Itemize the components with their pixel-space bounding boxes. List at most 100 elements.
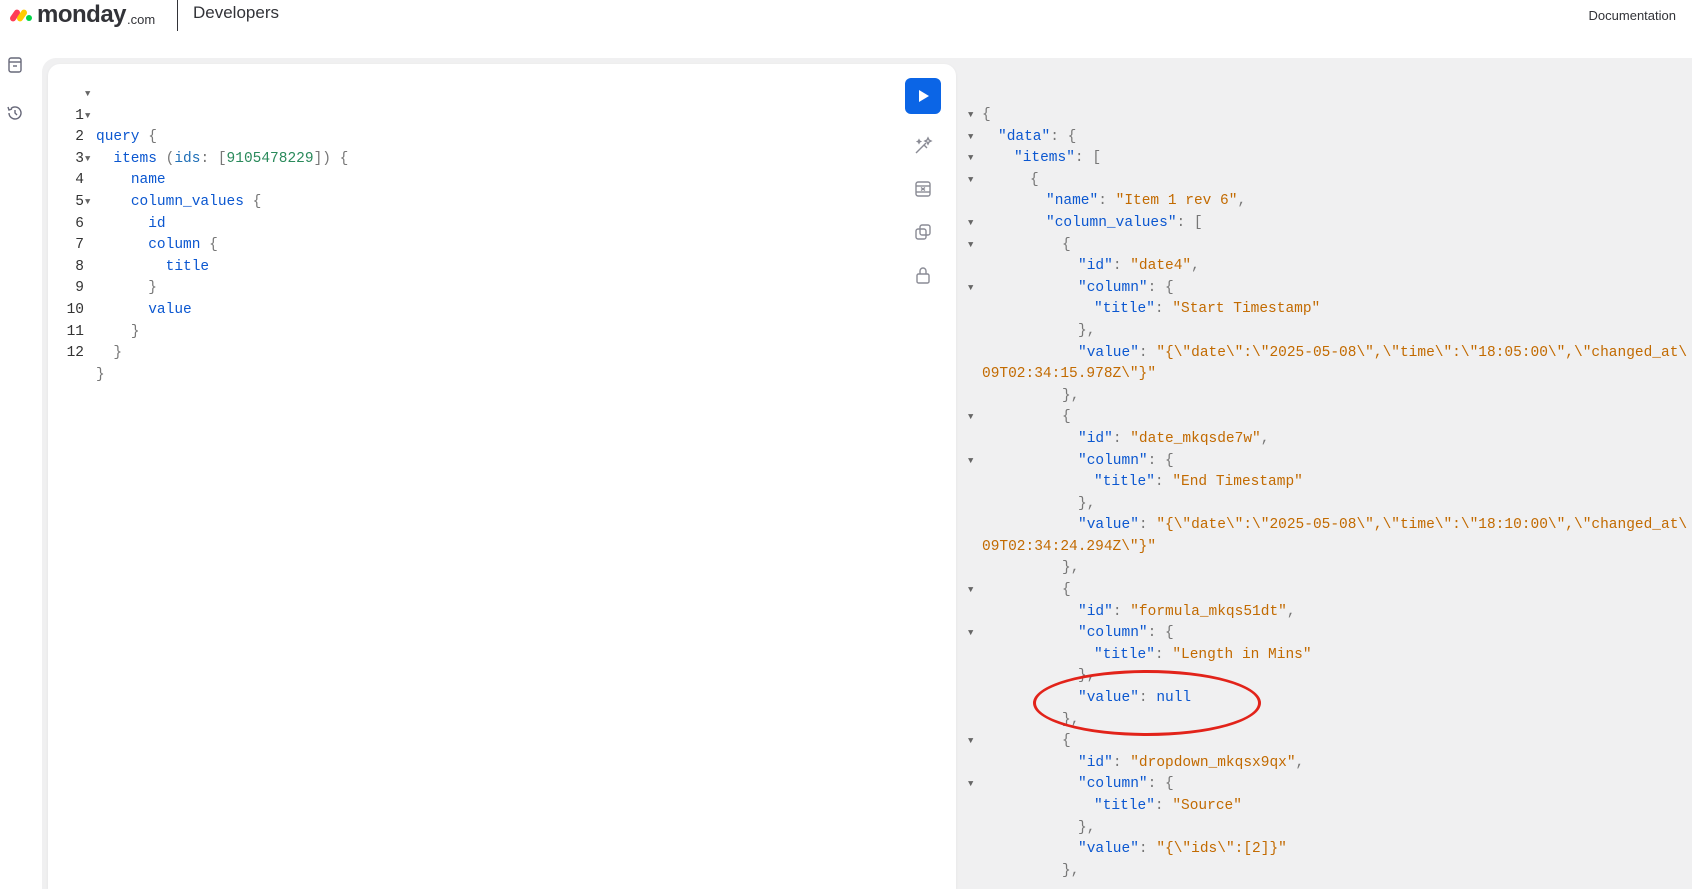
fold-arrow-icon[interactable]: ▼ <box>85 84 90 106</box>
json-token: { <box>1062 236 1071 253</box>
json-token: : <box>1098 193 1116 210</box>
code-token: { <box>139 129 157 146</box>
json-value: "date_mkqsde7w" <box>1130 430 1261 447</box>
fold-arrow-icon[interactable]: ▼ <box>968 127 973 149</box>
merge-fragments-icon[interactable] <box>913 179 933 199</box>
code-token: items <box>113 150 157 167</box>
result-line: ▼{ <box>968 731 1692 753</box>
code-token: value <box>148 301 192 318</box>
fold-arrow-icon[interactable]: ▼ <box>968 213 973 235</box>
result-line: "name": "Item 1 rev 6", <box>968 191 1692 213</box>
json-key: "title" <box>1094 474 1155 491</box>
json-value: "End Timestamp" <box>1172 474 1303 491</box>
code-line: 10 } <box>48 278 140 340</box>
json-value: "{\"date\":\"2025-05-08\",\"time\":\"18:… <box>1156 517 1688 534</box>
fold-arrow-icon[interactable]: ▼ <box>968 170 973 192</box>
json-token: : [ <box>1176 214 1203 231</box>
json-token: { <box>1062 409 1071 426</box>
json-value: "Item 1 rev 6" <box>1115 193 1238 210</box>
result-line: }, <box>968 818 1692 840</box>
json-key: "value" <box>1078 517 1139 534</box>
result-line: ▼{ <box>968 235 1692 257</box>
result-line: }, <box>968 494 1692 516</box>
result-line: "title": "Start Timestamp" <box>1094 301 1321 318</box>
monday-logo[interactable]: monday .com <box>8 0 156 30</box>
result-line: }, <box>968 321 1692 343</box>
result-line: "id": "date4", <box>1078 258 1200 275</box>
lock-icon[interactable] <box>913 265 933 285</box>
code-line: 2 ▼ items (ids: [9105478229]) { <box>48 106 348 167</box>
play-icon <box>919 90 929 102</box>
code-token: ]) { <box>313 150 349 167</box>
json-token: }, <box>1062 387 1080 404</box>
code-token: } <box>113 345 123 362</box>
magic-wand-icon[interactable] <box>913 136 933 156</box>
json-token: : { <box>1050 128 1077 145</box>
code-line: 8 } <box>48 235 157 297</box>
result-line: ▼ "column": { <box>968 451 1692 473</box>
json-key: "name" <box>1046 193 1099 210</box>
fold-arrow-icon[interactable]: ▼ <box>85 106 90 128</box>
code-token: } <box>148 280 157 297</box>
query-editor[interactable]: 1 ▼ query { 2 ▼ items (ids: [9105478229]) … <box>48 64 956 889</box>
json-token: }, <box>1078 819 1096 836</box>
history-icon[interactable] <box>6 104 24 122</box>
json-value: 09T02:34:24.294Z\"}" <box>982 538 1157 555</box>
fold-arrow-icon[interactable]: ▼ <box>968 731 973 753</box>
json-value: "formula_mkqs51dt" <box>1130 603 1287 620</box>
json-token: }, <box>1078 322 1096 339</box>
json-key: "column" <box>1078 776 1148 793</box>
code-token: query <box>96 129 140 146</box>
section-title: Developers <box>193 3 279 22</box>
json-key: "id" <box>1078 603 1113 620</box>
fold-arrow-icon[interactable]: ▼ <box>968 774 973 796</box>
code-line: 4 ▼ column_values { <box>48 149 261 210</box>
top-header: monday .com Developers Documentation <box>0 0 1692 34</box>
code-token: column_values <box>130 193 244 210</box>
fold-arrow-icon[interactable]: ▼ <box>968 580 973 602</box>
fold-arrow-icon[interactable]: ▼ <box>968 407 973 429</box>
saved-queries-icon[interactable] <box>6 56 24 74</box>
code-token: id <box>148 215 166 232</box>
json-token: { <box>982 107 991 123</box>
fold-arrow-icon[interactable]: ▼ <box>85 149 90 171</box>
json-token: }, <box>1078 495 1096 512</box>
result-line: ▼ "data": { <box>968 127 1692 149</box>
result-line: "id": "date_mkqsde7w", <box>1078 430 1270 447</box>
json-token: }, <box>1062 862 1080 879</box>
red-highlight-annotation <box>1033 670 1261 736</box>
result-line: ▼{ <box>968 170 1692 192</box>
json-value: "Length in Mins" <box>1172 646 1312 663</box>
code-token: ( <box>156 150 175 167</box>
json-token: }, <box>1062 560 1080 577</box>
fold-arrow-icon[interactable]: ▼ <box>968 148 973 170</box>
code-line: 12 } <box>48 322 105 383</box>
result-line: ▼{ <box>968 407 1692 429</box>
code-line: 1 ▼ query { <box>48 84 157 145</box>
run-query-button[interactable] <box>905 78 941 114</box>
copy-icon[interactable] <box>913 222 933 242</box>
json-key: "title" <box>1094 798 1155 814</box>
code-token: } <box>96 366 105 383</box>
fold-arrow-icon[interactable]: ▼ <box>968 278 973 300</box>
fold-arrow-icon[interactable]: ▼ <box>85 192 90 214</box>
result-line: ▼{ <box>968 580 1692 602</box>
result-line: "title": "Length in Mins" <box>1094 646 1312 663</box>
json-key: "data" <box>998 128 1051 145</box>
json-value: "{\"ids\":[2]}" <box>1156 841 1287 858</box>
fold-arrow-icon[interactable]: ▼ <box>968 235 973 257</box>
result-viewer[interactable]: ▼{ ▼ "data": { ▼ "items": [ ▼{ "name": "It… <box>968 105 1692 889</box>
code-token: { <box>200 237 218 254</box>
query-code[interactable]: 1 ▼ query { 2 ▼ items (ids: [9105478229]) … <box>48 84 349 383</box>
code-line: 5 id <box>48 170 165 232</box>
json-token: { <box>1062 582 1071 599</box>
fold-arrow-icon[interactable]: ▼ <box>968 105 973 127</box>
line-number: 12 <box>66 345 84 362</box>
fold-arrow-icon[interactable]: ▼ <box>968 451 973 473</box>
result-line: "value": "{\"date\":\"2025-05-08\",\"tim… <box>1078 517 1688 534</box>
result-line: "title": "End Timestamp" <box>1094 474 1303 491</box>
logo-suffix: .com <box>127 11 156 27</box>
fold-arrow-icon[interactable]: ▼ <box>968 623 973 645</box>
result-line: "value": "{\"date\":\"2025-05-08\",\"tim… <box>1078 344 1688 361</box>
documentation-link[interactable]: Documentation <box>1589 8 1676 23</box>
